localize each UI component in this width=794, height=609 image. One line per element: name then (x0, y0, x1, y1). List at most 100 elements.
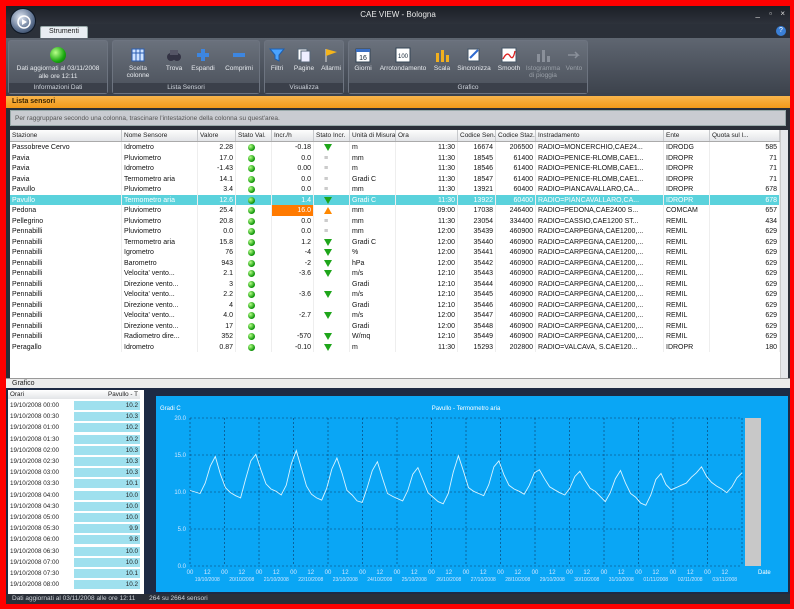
table-row[interactable]: Peragallo Idrometro 0.87 -0.10 m 11:30 15293 20… (10, 341, 780, 352)
table-row[interactable]: Pavia Termometro aria 14.1 0.0 ≡ Gradi C 11:30… (10, 173, 780, 184)
cell-unita: Gradi (350, 278, 396, 289)
table-row[interactable]: Pennabilli Radiometro dire... 352 -570 W/mq 1… (10, 331, 780, 342)
cell-quota: 71 (710, 163, 780, 174)
close-button[interactable]: × (780, 9, 785, 18)
chart-table-row[interactable]: 19/10/2008 06:30 10.0 (8, 546, 140, 556)
app-menu-button[interactable] (10, 8, 36, 34)
x-tick-label: 12 (549, 570, 556, 576)
column-header[interactable]: Codice Staz... (496, 130, 536, 141)
status-ok-icon (236, 142, 272, 153)
table-row[interactable]: Pavullo Pluviometro 3.4 0.0 ≡ mm 11:30 13921 604… (10, 184, 780, 195)
chart-table-row[interactable]: 19/10/2008 03:30 10.1 (8, 479, 140, 489)
chart-table-row[interactable]: 19/10/2008 00:00 10.2 (8, 401, 140, 410)
trend-cell (314, 289, 350, 300)
column-header[interactable]: Ora (396, 130, 458, 141)
column-header[interactable]: Stato Incr. (314, 130, 350, 141)
chart-table-row[interactable]: 19/10/2008 08:00 10.2 (8, 580, 140, 590)
chart-table-row[interactable]: 19/10/2008 07:00 10.0 (8, 557, 140, 567)
espandi-button[interactable]: Espandi (189, 47, 217, 72)
status-ok-icon (248, 259, 255, 267)
minimize-button[interactable]: _ (756, 9, 760, 18)
chart-table-row[interactable]: 19/10/2008 03:00 10.3 (8, 468, 140, 478)
table-row[interactable]: Pennabilli Velocita' vento... 4.0 -2.7 m/s 12… (10, 310, 780, 321)
help-icon[interactable]: ? (776, 26, 786, 36)
arrotondamento-button[interactable]: 100 Arrotondamento (377, 47, 429, 72)
cell-ente: REMIL (664, 226, 710, 237)
table-row[interactable]: Pennabilli Velocita' vento... 2.2 -3.6 m/s 12… (10, 289, 780, 300)
table-row[interactable]: Pavullo Termometro aria 12.6 1.4 Gradi C 11:3… (10, 194, 780, 205)
allarmi-button[interactable]: Allarmi (319, 47, 343, 72)
trova-button[interactable]: Trova (163, 47, 185, 72)
value-cell: 10.0 (74, 513, 140, 522)
cell-ora: 12:10 (396, 289, 458, 300)
column-header[interactable]: Stazione (10, 130, 122, 141)
chart-table-row[interactable]: 19/10/2008 04:30 10.0 (8, 501, 140, 511)
vertical-scrollbar[interactable] (780, 130, 788, 378)
cell-incr: -0.18 (272, 142, 314, 153)
table-row[interactable]: Pennabilli Igrometro 76 -4% 12:00 35441 460900… (10, 247, 780, 258)
column-header[interactable]: Ente (664, 130, 710, 141)
chart-table-row[interactable]: 19/10/2008 07:30 10.1 (8, 569, 140, 578)
giorni-button[interactable]: 16 Giorni (351, 47, 375, 72)
chart-table-row[interactable]: 19/10/2008 02:00 10.3 (8, 445, 140, 455)
table-row[interactable]: Pavia Pluviometro 17.0 0.0 ≡ mm 11:30 18545 6140… (10, 152, 780, 163)
group-by-area[interactable]: Per raggruppare secondo una colonna, tra… (10, 110, 786, 126)
cell-stazione: Pavia (10, 163, 122, 174)
cell-valore: 12.6 (198, 194, 236, 205)
chart-table-row[interactable]: 19/10/2008 00:30 10.3 (8, 412, 140, 422)
maximize-button[interactable]: ▫ (769, 9, 772, 18)
chart-table-row[interactable]: 19/10/2008 05:00 10.0 (8, 513, 140, 522)
chart-table-row[interactable]: 19/10/2008 06:00 9.8 (8, 535, 140, 545)
x-tick-label: 12 (514, 570, 521, 576)
table-row[interactable]: Pellegrino Pluviometro 20.8 0.0 ≡ mm 11:30 2305… (10, 215, 780, 226)
x-date-label: 30/10/2008 (574, 577, 599, 583)
table-row[interactable]: Pennabilli Direzione vento... 4 Gradi 12:10 3… (10, 299, 780, 310)
column-header[interactable]: Unità di Misura (350, 130, 396, 141)
cell-cod_sen: 35447 (458, 310, 496, 321)
cell-unita: Gradi C (350, 236, 396, 247)
x-date-label: 29/10/2008 (540, 577, 565, 583)
vento-button[interactable]: Vento (563, 47, 585, 72)
cell-incr: 0.0 (272, 152, 314, 163)
cell-ora: 12:10 (396, 278, 458, 289)
chart-table-row[interactable]: 19/10/2008 04:00 10.0 (8, 490, 140, 500)
comprimi-button[interactable]: Comprimi (221, 47, 257, 72)
group-label: Lista Sensori (113, 83, 259, 93)
table-row[interactable]: Pennabilli Direzione vento... 3 Gradi 12:10 3… (10, 278, 780, 289)
scelta-colonne-button[interactable]: Scelta colonne (117, 47, 159, 79)
cell-unita: W/mq (350, 331, 396, 342)
column-header[interactable]: Incr./h (272, 130, 314, 141)
filtri-button[interactable]: Filtri (267, 47, 287, 72)
tab-strumenti[interactable]: Strumenti (40, 26, 88, 38)
pagine-button[interactable]: Pagine (291, 47, 317, 72)
table-row[interactable]: Pennabilli Velocita' vento... 2.1 -3.6 m/s 12… (10, 268, 780, 279)
column-header[interactable]: Codice Sen... (458, 130, 496, 141)
column-header[interactable]: Valore (198, 130, 236, 141)
scala-button[interactable]: Scala (431, 47, 453, 72)
istogramma-pioggia-button[interactable]: Istogramma di pioggia (525, 47, 561, 79)
table-row[interactable]: Pennabilli Pluviometro 0.0 0.0 ≡ mm 12:00 35439… (10, 226, 780, 237)
chart-table-row[interactable]: 19/10/2008 01:30 10.2 (8, 434, 140, 444)
line-chart[interactable]: 0.05.010.015.020.000 1219/10/200800 1220/1… (156, 396, 788, 592)
chart-table-row[interactable]: 19/10/2008 01:00 10.2 (8, 423, 140, 433)
x-tick-label: 00 (566, 570, 573, 576)
cell-cod_staz: 460900 (496, 226, 536, 237)
chart-table-header[interactable]: Orari Pavullo - T (8, 390, 140, 399)
column-header[interactable]: Nome Sensore (122, 130, 198, 141)
column-header[interactable]: Quota sul l... (710, 130, 780, 141)
smooth-button[interactable]: Smooth (495, 47, 523, 72)
table-row[interactable]: Passobreve Cervo Idrometro 2.28 -0.18 m 11:30… (10, 142, 780, 153)
table-row[interactable]: Pennabilli Barometro 943 -2 hPa 12:00 35442 460… (10, 257, 780, 268)
chart-table-row[interactable]: 19/10/2008 05:30 9.9 (8, 524, 140, 534)
column-header[interactable]: Stato Val. (236, 130, 272, 141)
table-row[interactable]: Pedona Pluviometro 25.4 16.0 mm 09:00 17038 246… (10, 205, 780, 216)
chart-table-row[interactable]: 19/10/2008 02:30 10.3 (8, 457, 140, 466)
sincronizza-button[interactable]: Sincronizza (455, 47, 493, 72)
table-row[interactable]: Pennabilli Direzione vento... 17 Gradi 12:00… (10, 320, 780, 331)
cell-cod_sen: 18546 (458, 163, 496, 174)
table-row[interactable]: Pennabilli Termometro aria 15.8 1.2 Gradi C1… (10, 236, 780, 247)
column-header[interactable]: Instradamento (536, 130, 664, 141)
status-ok-icon (248, 165, 255, 172)
table-row[interactable]: Pavia Idrometro -1.43 0.00 ≡ m 11:30 18546 61400… (10, 163, 780, 174)
cell-cod_sen: 18547 (458, 173, 496, 184)
